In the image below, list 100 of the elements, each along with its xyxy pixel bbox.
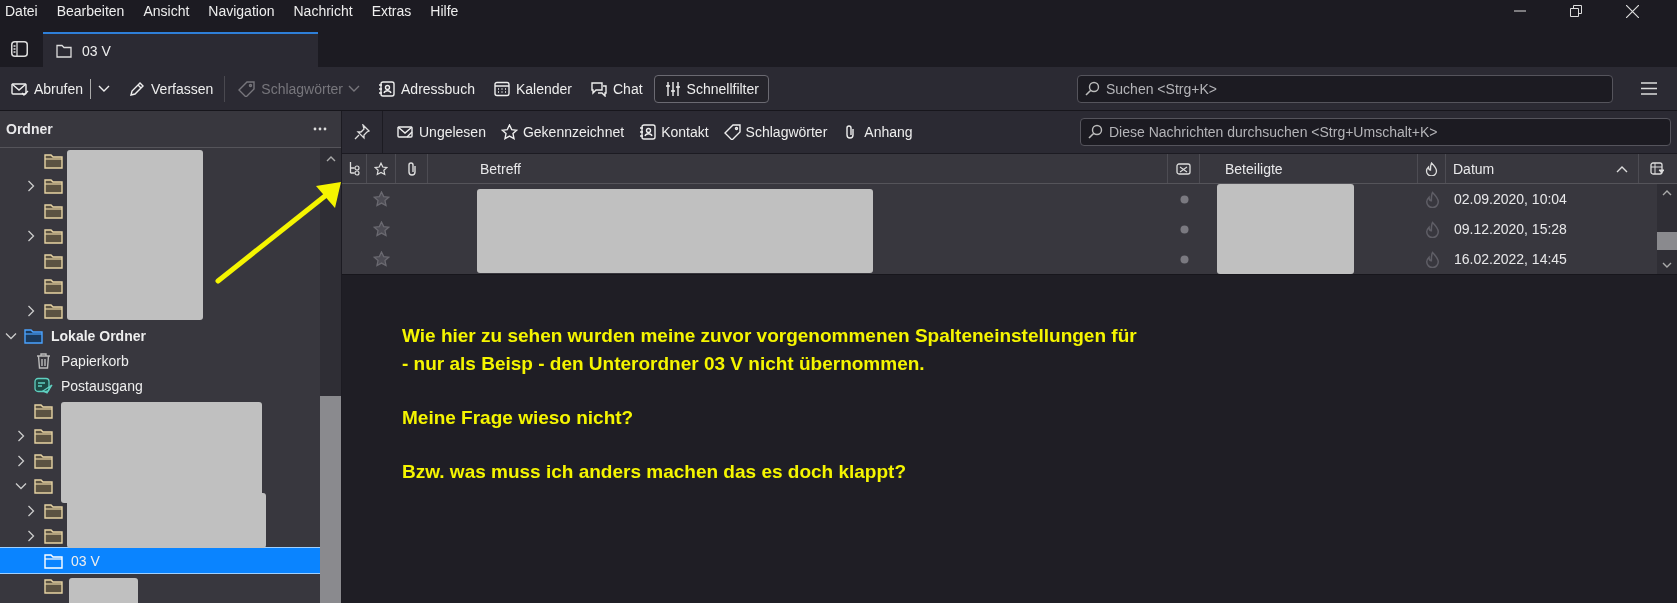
- sliders-icon: [663, 80, 682, 97]
- envelope-icon: [1176, 162, 1191, 175]
- caret-icon: [98, 84, 111, 93]
- folder-row[interactable]: Papierkorb: [0, 348, 129, 373]
- filter-button[interactable]: Gekennzeichnet: [494, 120, 631, 144]
- folder-icon: [44, 252, 63, 269]
- redaction-block: [69, 578, 138, 603]
- restore-icon[interactable]: [1570, 5, 1582, 17]
- toolbar-button[interactable]: Verfassen: [121, 75, 221, 102]
- folder-icon: [44, 277, 63, 294]
- envelope-icon: [11, 80, 29, 97]
- menu-item[interactable]: Ansicht: [143, 3, 190, 19]
- star-outline-icon[interactable]: [373, 251, 390, 267]
- contact-card-icon: [639, 124, 657, 140]
- star-icon: [374, 161, 388, 176]
- folder-name: 03 V: [71, 552, 100, 569]
- menu-item[interactable]: Hilfe: [430, 3, 459, 19]
- scroll-up-icon[interactable]: [325, 156, 336, 162]
- annotation-text: Bzw. was muss ich anders machen das es doch klappt?: [402, 460, 907, 484]
- junk-icon: [1425, 161, 1438, 176]
- star-outline-icon[interactable]: [373, 191, 390, 207]
- folder-icon: [44, 152, 63, 169]
- twisty-icon[interactable]: [25, 504, 37, 517]
- column-header[interactable]: Betreff: [428, 154, 1168, 183]
- folder-icon: [34, 477, 53, 494]
- folder-icon: [24, 327, 43, 344]
- folder-icon: [34, 402, 53, 419]
- menu-item[interactable]: Navigation: [208, 3, 275, 19]
- scrollbar[interactable]: [320, 148, 341, 603]
- toolbar-button[interactable]: Schnellfilter: [653, 74, 769, 103]
- close-icon[interactable]: [1626, 4, 1639, 18]
- folder-icon: [44, 577, 63, 594]
- annotation-text: Wie hier zu sehen wurden meine zuvor vorgenommenen Spalteneinstellungen für - nur als Beisp - den Unterordner 03 V nicht übernommen.: [402, 324, 1138, 376]
- scrollbar-thumb[interactable]: [320, 396, 341, 603]
- folder-icon: [34, 452, 53, 469]
- pane-title: Ordner: [6, 121, 53, 137]
- search-field[interactable]: Suchen <Strg+K>: [1077, 74, 1613, 103]
- folder-icon: [34, 427, 53, 444]
- caret-icon: [348, 84, 360, 93]
- toolbar-button[interactable]: Abrufen: [4, 73, 118, 104]
- folder-name: Papierkorb: [61, 352, 129, 369]
- scroll-up-icon[interactable]: [1662, 190, 1672, 196]
- twisty-icon[interactable]: [25, 304, 37, 317]
- chat-bubbles-icon: [590, 80, 608, 97]
- outbox-icon: [34, 377, 53, 394]
- folder-name: Lokale Ordner: [51, 327, 146, 344]
- star-icon: [500, 124, 518, 140]
- folder-icon: [44, 552, 63, 569]
- menu-item[interactable]: Datei: [5, 3, 38, 19]
- toolbar-button[interactable]: Kalender: [485, 75, 579, 102]
- read-dot-icon[interactable]: [1179, 254, 1189, 264]
- sort-ascending-icon: [1616, 164, 1628, 173]
- menu-item[interactable]: Bearbeiten: [56, 3, 125, 19]
- folder-icon: [44, 527, 63, 544]
- date-cell: 09.12.2020, 15:28: [1454, 221, 1567, 237]
- column-header[interactable]: Datum: [1446, 154, 1639, 183]
- filter-button[interactable]: Ungelesen: [391, 120, 492, 144]
- twisty-icon[interactable]: [25, 229, 37, 242]
- menu-icon[interactable]: [1641, 82, 1657, 95]
- folder-icon: [44, 177, 63, 194]
- date-cell: 02.09.2020, 10:04: [1454, 191, 1567, 207]
- folder-name: Postausgang: [61, 377, 143, 394]
- read-dot-icon[interactable]: [1179, 224, 1189, 234]
- tag-icon: [723, 124, 741, 140]
- twisty-icon[interactable]: [25, 529, 37, 542]
- search-icon: [1088, 124, 1103, 139]
- calendar-icon: [492, 80, 511, 97]
- search-field[interactable]: Diese Nachrichten durchsuchen <Strg+Umschalt+K>: [1080, 118, 1671, 146]
- toolbar-button[interactable]: Chat: [583, 75, 650, 102]
- more-icon[interactable]: [313, 127, 327, 131]
- annotation-text: Meine Frage wieso nicht?: [402, 406, 635, 430]
- date-cell: 16.02.2022, 14:45: [1454, 251, 1567, 267]
- column-header[interactable]: Beteiligte: [1200, 154, 1418, 183]
- tag-icon: [238, 80, 257, 97]
- scrollbar[interactable]: [1657, 184, 1677, 274]
- twisty-icon[interactable]: [15, 429, 27, 442]
- table-icon: [1650, 161, 1664, 176]
- read-dot-icon[interactable]: [1179, 194, 1189, 204]
- scroll-down-icon[interactable]: [1662, 262, 1672, 268]
- envelope-icon: [397, 124, 414, 140]
- folder-row[interactable]: Lokale Ordner: [0, 323, 146, 348]
- filter-button[interactable]: Kontakt: [633, 120, 715, 144]
- pin-icon[interactable]: [354, 124, 370, 140]
- toolbar-button[interactable]: Adressbuch: [371, 75, 482, 102]
- tab[interactable]: 03 V: [43, 32, 318, 67]
- filter-button[interactable]: Schlagwörter: [717, 120, 834, 144]
- menu-item[interactable]: Nachricht: [293, 3, 353, 19]
- folder-icon: [44, 227, 63, 244]
- sidebar-icon[interactable]: [11, 41, 28, 57]
- star-outline-icon[interactable]: [373, 221, 390, 237]
- menu-item[interactable]: Extras: [371, 3, 412, 19]
- trash-icon: [34, 352, 53, 369]
- twisty-icon[interactable]: [25, 179, 37, 192]
- folder-icon: [44, 202, 63, 219]
- folder-icon: [44, 302, 63, 319]
- twisty-icon[interactable]: [15, 454, 27, 467]
- scrollbar-thumb[interactable]: [1657, 232, 1677, 250]
- folder-row[interactable]: Postausgang: [0, 373, 143, 398]
- filter-button[interactable]: Anhang: [836, 120, 919, 144]
- paperclip-icon: [405, 160, 418, 177]
